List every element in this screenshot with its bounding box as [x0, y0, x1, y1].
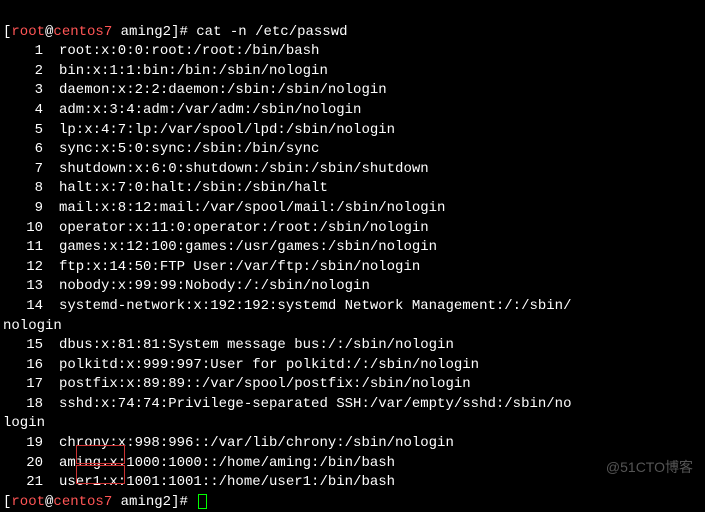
line-number: 16 — [3, 356, 59, 376]
line-number: 12 — [3, 258, 59, 278]
line-content: mail:x:8:12:mail:/var/spool/mail:/sbin/n… — [59, 200, 445, 216]
output-line: 6sync:x:5:0:sync:/sbin:/bin/sync — [3, 140, 702, 160]
line-number: 8 — [3, 179, 59, 199]
output-line: 18sshd:x:74:74:Privilege-separated SSH:/… — [3, 395, 702, 415]
line-content: games:x:12:100:games:/usr/games:/sbin/no… — [59, 239, 437, 255]
line-content: chrony:x:998:996::/var/lib/chrony:/sbin/… — [59, 435, 454, 451]
line-content: bin:x:1:1:bin:/bin:/sbin/nologin — [59, 63, 328, 79]
line-number: 7 — [3, 160, 59, 180]
line-number: 5 — [3, 121, 59, 141]
line-number: 4 — [3, 101, 59, 121]
line-number: 9 — [3, 199, 59, 219]
line-content: shutdown:x:6:0:shutdown:/sbin:/sbin/shut… — [59, 161, 429, 177]
line-content: aming:x:1000:1000::/home/aming:/bin/bash — [59, 455, 395, 471]
output-line: 9mail:x:8:12:mail:/var/spool/mail:/sbin/… — [3, 199, 702, 219]
output-line: 5lp:x:4:7:lp:/var/spool/lpd:/sbin/nologi… — [3, 121, 702, 141]
line-number: 19 — [3, 434, 59, 454]
output-line: 12ftp:x:14:50:FTP User:/var/ftp:/sbin/no… — [3, 258, 702, 278]
line-content: sync:x:5:0:sync:/sbin:/bin/sync — [59, 141, 319, 157]
line-number: 3 — [3, 81, 59, 101]
output-line: 20aming:x:1000:1000::/home/aming:/bin/ba… — [3, 454, 702, 474]
line-number: 21 — [3, 473, 59, 493]
wrapped-line: nologin — [3, 317, 702, 337]
output-line: 21user1:x:1001:1001::/home/user1:/bin/ba… — [3, 473, 702, 493]
output-line: 16polkitd:x:999:997:User for polkitd:/:/… — [3, 356, 702, 376]
line-content: daemon:x:2:2:daemon:/sbin:/sbin/nologin — [59, 82, 387, 98]
output-line: 8halt:x:7:0:halt:/sbin:/sbin/halt — [3, 179, 702, 199]
wrapped-line: login — [3, 414, 702, 434]
line-number: 18 — [3, 395, 59, 415]
output-line: 15dbus:x:81:81:System message bus:/:/sbi… — [3, 336, 702, 356]
line-content: lp:x:4:7:lp:/var/spool/lpd:/sbin/nologin — [59, 122, 395, 138]
line-number: 13 — [3, 277, 59, 297]
line-content: nobody:x:99:99:Nobody:/:/sbin/nologin — [59, 278, 370, 294]
prompt-line-end: [root@centos7 aming2]# — [3, 493, 702, 512]
line-content: postfix:x:89:89::/var/spool/postfix:/sbi… — [59, 376, 471, 392]
output-line: 13nobody:x:99:99:Nobody:/:/sbin/nologin — [3, 277, 702, 297]
line-number: 10 — [3, 219, 59, 239]
command-text: cat -n /etc/passwd — [196, 24, 347, 40]
line-content: ftp:x:14:50:FTP User:/var/ftp:/sbin/nolo… — [59, 259, 420, 275]
output-line: 2bin:x:1:1:bin:/bin:/sbin/nologin — [3, 62, 702, 82]
cursor — [198, 494, 207, 509]
line-content: systemd-network:x:192:192:systemd Networ… — [59, 298, 571, 314]
line-content: operator:x:11:0:operator:/root:/sbin/nol… — [59, 220, 429, 236]
line-number: 14 — [3, 297, 59, 317]
line-content: user1:x:1001:1001::/home/user1:/bin/bash — [59, 474, 395, 490]
line-content: adm:x:3:4:adm:/var/adm:/sbin/nologin — [59, 102, 361, 118]
prompt-line: [root@centos7 aming2]# cat -n /etc/passw… — [3, 23, 702, 43]
line-content: dbus:x:81:81:System message bus:/:/sbin/… — [59, 337, 454, 353]
output-line: 7shutdown:x:6:0:shutdown:/sbin:/sbin/shu… — [3, 160, 702, 180]
output-line: 19chrony:x:998:996::/var/lib/chrony:/sbi… — [3, 434, 702, 454]
line-number: 11 — [3, 238, 59, 258]
line-number: 20 — [3, 454, 59, 474]
output-line: 3daemon:x:2:2:daemon:/sbin:/sbin/nologin — [3, 81, 702, 101]
line-number: 17 — [3, 375, 59, 395]
output-line: 11games:x:12:100:games:/usr/games:/sbin/… — [3, 238, 702, 258]
line-number: 6 — [3, 140, 59, 160]
line-content: sshd:x:74:74:Privilege-separated SSH:/va… — [59, 396, 571, 412]
watermark: @51CTO博客 — [606, 458, 693, 478]
line-content: polkitd:x:999:997:User for polkitd:/:/sb… — [59, 357, 479, 373]
line-content: root:x:0:0:root:/root:/bin/bash — [59, 43, 319, 59]
line-content: halt:x:7:0:halt:/sbin:/sbin/halt — [59, 180, 328, 196]
line-number: 15 — [3, 336, 59, 356]
output-line: 4adm:x:3:4:adm:/var/adm:/sbin/nologin — [3, 101, 702, 121]
output-line: 10operator:x:11:0:operator:/root:/sbin/n… — [3, 219, 702, 239]
line-number: 2 — [3, 62, 59, 82]
line-number: 1 — [3, 42, 59, 62]
output-line: 14systemd-network:x:192:192:systemd Netw… — [3, 297, 702, 317]
output-line: 17postfix:x:89:89::/var/spool/postfix:/s… — [3, 375, 702, 395]
terminal-output[interactable]: [root@centos7 aming2]# cat -n /etc/passw… — [3, 3, 702, 512]
output-line: 1root:x:0:0:root:/root:/bin/bash — [3, 42, 702, 62]
